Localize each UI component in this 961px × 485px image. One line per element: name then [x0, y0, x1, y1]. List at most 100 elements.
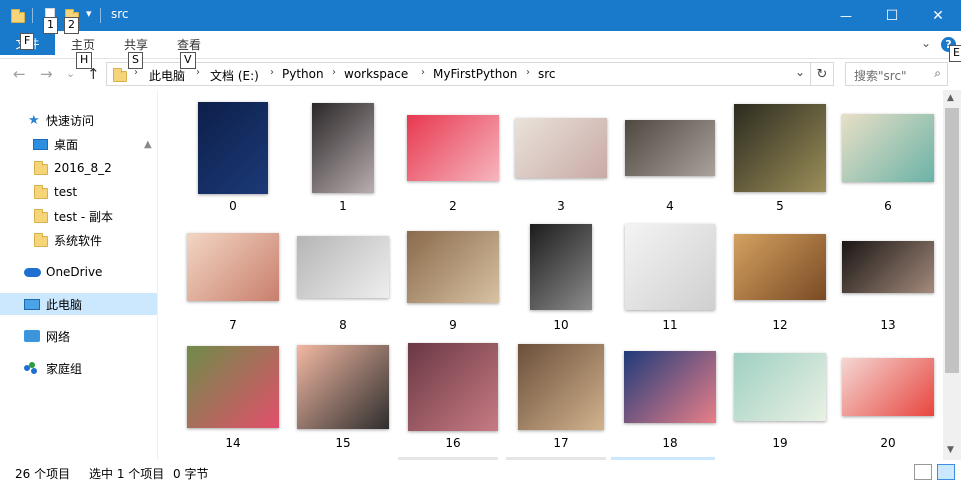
- toolbar-separator: [32, 8, 33, 23]
- selection-count: 选中 1 个项目: [89, 467, 165, 481]
- folder-icon: [113, 68, 127, 82]
- file-name: 18: [662, 436, 678, 450]
- nav-folder-test-copy[interactable]: test - 副本: [0, 205, 157, 227]
- folder-icon: [11, 9, 25, 23]
- scroll-up-icon[interactable]: ▲: [947, 93, 954, 103]
- nav-folder-test[interactable]: test: [0, 181, 157, 203]
- keytip-1: 1: [43, 17, 58, 34]
- file-name: 20: [880, 436, 896, 450]
- ribbon-tabs: 文件 主页 共享 查看 ⌄ ?: [0, 31, 961, 59]
- title-bar: ▾ src — ☐ ✕: [0, 0, 961, 31]
- pin-icon[interactable]: ▲: [144, 139, 152, 150]
- file-name: 16: [445, 436, 461, 450]
- keytip-help: E: [949, 45, 961, 62]
- tab-home[interactable]: 主页: [71, 36, 95, 53]
- folder-icon: [34, 161, 48, 175]
- breadcrumb-documents[interactable]: 文档 (E:): [210, 67, 259, 84]
- maximize-icon: ☐: [885, 7, 899, 24]
- large-icons-view-icon[interactable]: [937, 464, 955, 480]
- nav-label: 此电脑: [46, 297, 83, 312]
- nav-onedrive[interactable]: OneDrive: [0, 261, 157, 283]
- keytip-share: S: [128, 52, 143, 69]
- nav-desktop[interactable]: 桌面 ▲: [0, 133, 157, 155]
- refresh-icon: ↻: [816, 66, 828, 82]
- desktop-icon: [33, 138, 48, 150]
- image-thumbnail: [408, 343, 498, 431]
- nav-label: 家庭组: [46, 361, 83, 376]
- breadcrumb-separator: ›: [332, 67, 336, 78]
- maximize-button[interactable]: ☐: [869, 0, 915, 31]
- nav-folder-system-software[interactable]: 系统软件: [0, 229, 157, 251]
- recent-locations-icon[interactable]: ⌄: [66, 67, 75, 80]
- breadcrumb-myfirstpython[interactable]: MyFirstPython: [433, 67, 517, 81]
- image-thumbnail: [187, 346, 279, 428]
- file-item[interactable]: 14: [183, 90, 283, 454]
- nav-network[interactable]: 网络: [0, 325, 157, 347]
- address-dropdown-icon[interactable]: ⌄: [795, 65, 805, 79]
- search-input[interactable]: 搜索"src" ⌕: [845, 62, 948, 86]
- expand-ribbon-icon[interactable]: ⌄: [921, 36, 931, 50]
- file-name: 17: [553, 436, 569, 450]
- image-thumbnail: [842, 358, 934, 416]
- forward-icon[interactable]: →: [40, 65, 53, 83]
- item-count: 26 个项目: [15, 467, 71, 481]
- scrollbar-thumb[interactable]: [945, 108, 959, 373]
- breadcrumb-separator: ›: [526, 67, 530, 78]
- breadcrumb-workspace[interactable]: workspace: [344, 67, 408, 81]
- nav-label: 2016_8_2: [54, 161, 112, 175]
- file-item[interactable]: 20: [838, 90, 938, 454]
- breadcrumb-this-pc[interactable]: 此电脑: [149, 67, 185, 84]
- nav-folder-2016-8-2[interactable]: 2016_8_2: [0, 157, 157, 179]
- image-thumbnail: [624, 351, 716, 423]
- keytip-file: F: [20, 33, 35, 50]
- qat-dropdown-icon[interactable]: ▾: [86, 7, 92, 20]
- breadcrumb-separator: ›: [421, 67, 425, 78]
- search-icon: ⌕: [934, 66, 941, 80]
- vertical-scrollbar[interactable]: ▲ ▼: [943, 90, 961, 460]
- keytip-view: V: [180, 52, 196, 69]
- folder-icon: [34, 233, 48, 247]
- close-button[interactable]: ✕: [915, 0, 961, 31]
- nav-label: test: [54, 185, 78, 199]
- nav-quick-access[interactable]: ★ 快速访问: [0, 109, 157, 131]
- nav-label: 快速访问: [46, 113, 95, 128]
- folder-icon: [34, 185, 48, 199]
- keytip-2: 2: [64, 17, 79, 34]
- nav-label: 系统软件: [54, 233, 103, 248]
- back-icon[interactable]: ←: [13, 65, 26, 83]
- address-bar[interactable]: › 此电脑 › 文档 (E:) › Python › workspace › M…: [106, 62, 811, 86]
- nav-homegroup[interactable]: 家庭组: [0, 357, 157, 379]
- file-name: 14: [225, 436, 241, 450]
- image-thumbnail: [297, 345, 389, 429]
- tab-share[interactable]: 共享: [124, 36, 148, 53]
- file-name: 15: [335, 436, 351, 450]
- file-list: 0 1 2 3 4 5 6 7 8 9 10 11 12 13 14 15 16 17 18 19 20: [158, 90, 943, 460]
- tab-view[interactable]: 查看: [177, 36, 201, 53]
- breadcrumb-python[interactable]: Python: [282, 67, 324, 81]
- file-item[interactable]: 18: [620, 90, 720, 454]
- file-item[interactable]: 16: [403, 90, 503, 454]
- minimize-icon: —: [840, 8, 852, 23]
- nav-label: 桌面: [54, 137, 79, 152]
- toolbar-separator: [100, 8, 101, 23]
- details-view-icon[interactable]: [914, 464, 932, 480]
- window-title: src: [111, 7, 129, 21]
- nav-label: OneDrive: [46, 265, 103, 279]
- file-item[interactable]: 19: [730, 90, 830, 454]
- navigation-pane: ★ 快速访问 桌面 ▲ 2016_8_2 test test - 副本 系统软件…: [0, 90, 158, 460]
- address-row: ← → ⌄ ↑ › 此电脑 › 文档 (E:) › Python › works…: [0, 59, 961, 90]
- scroll-down-icon[interactable]: ▼: [947, 445, 954, 455]
- image-thumbnail: [734, 353, 826, 421]
- nav-this-pc[interactable]: 此电脑: [0, 293, 157, 315]
- refresh-button[interactable]: ↻: [811, 62, 834, 86]
- breadcrumb-src[interactable]: src: [538, 67, 556, 81]
- file-name: 19: [772, 436, 788, 450]
- homegroup-icon: [24, 361, 40, 375]
- network-icon: [24, 330, 40, 342]
- breadcrumb-separator: ›: [270, 67, 274, 78]
- minimize-button[interactable]: —: [823, 0, 869, 31]
- file-item[interactable]: 17: [511, 90, 611, 454]
- image-thumbnail: [518, 344, 604, 430]
- keytip-home: H: [76, 52, 93, 69]
- file-item[interactable]: 15: [293, 90, 393, 454]
